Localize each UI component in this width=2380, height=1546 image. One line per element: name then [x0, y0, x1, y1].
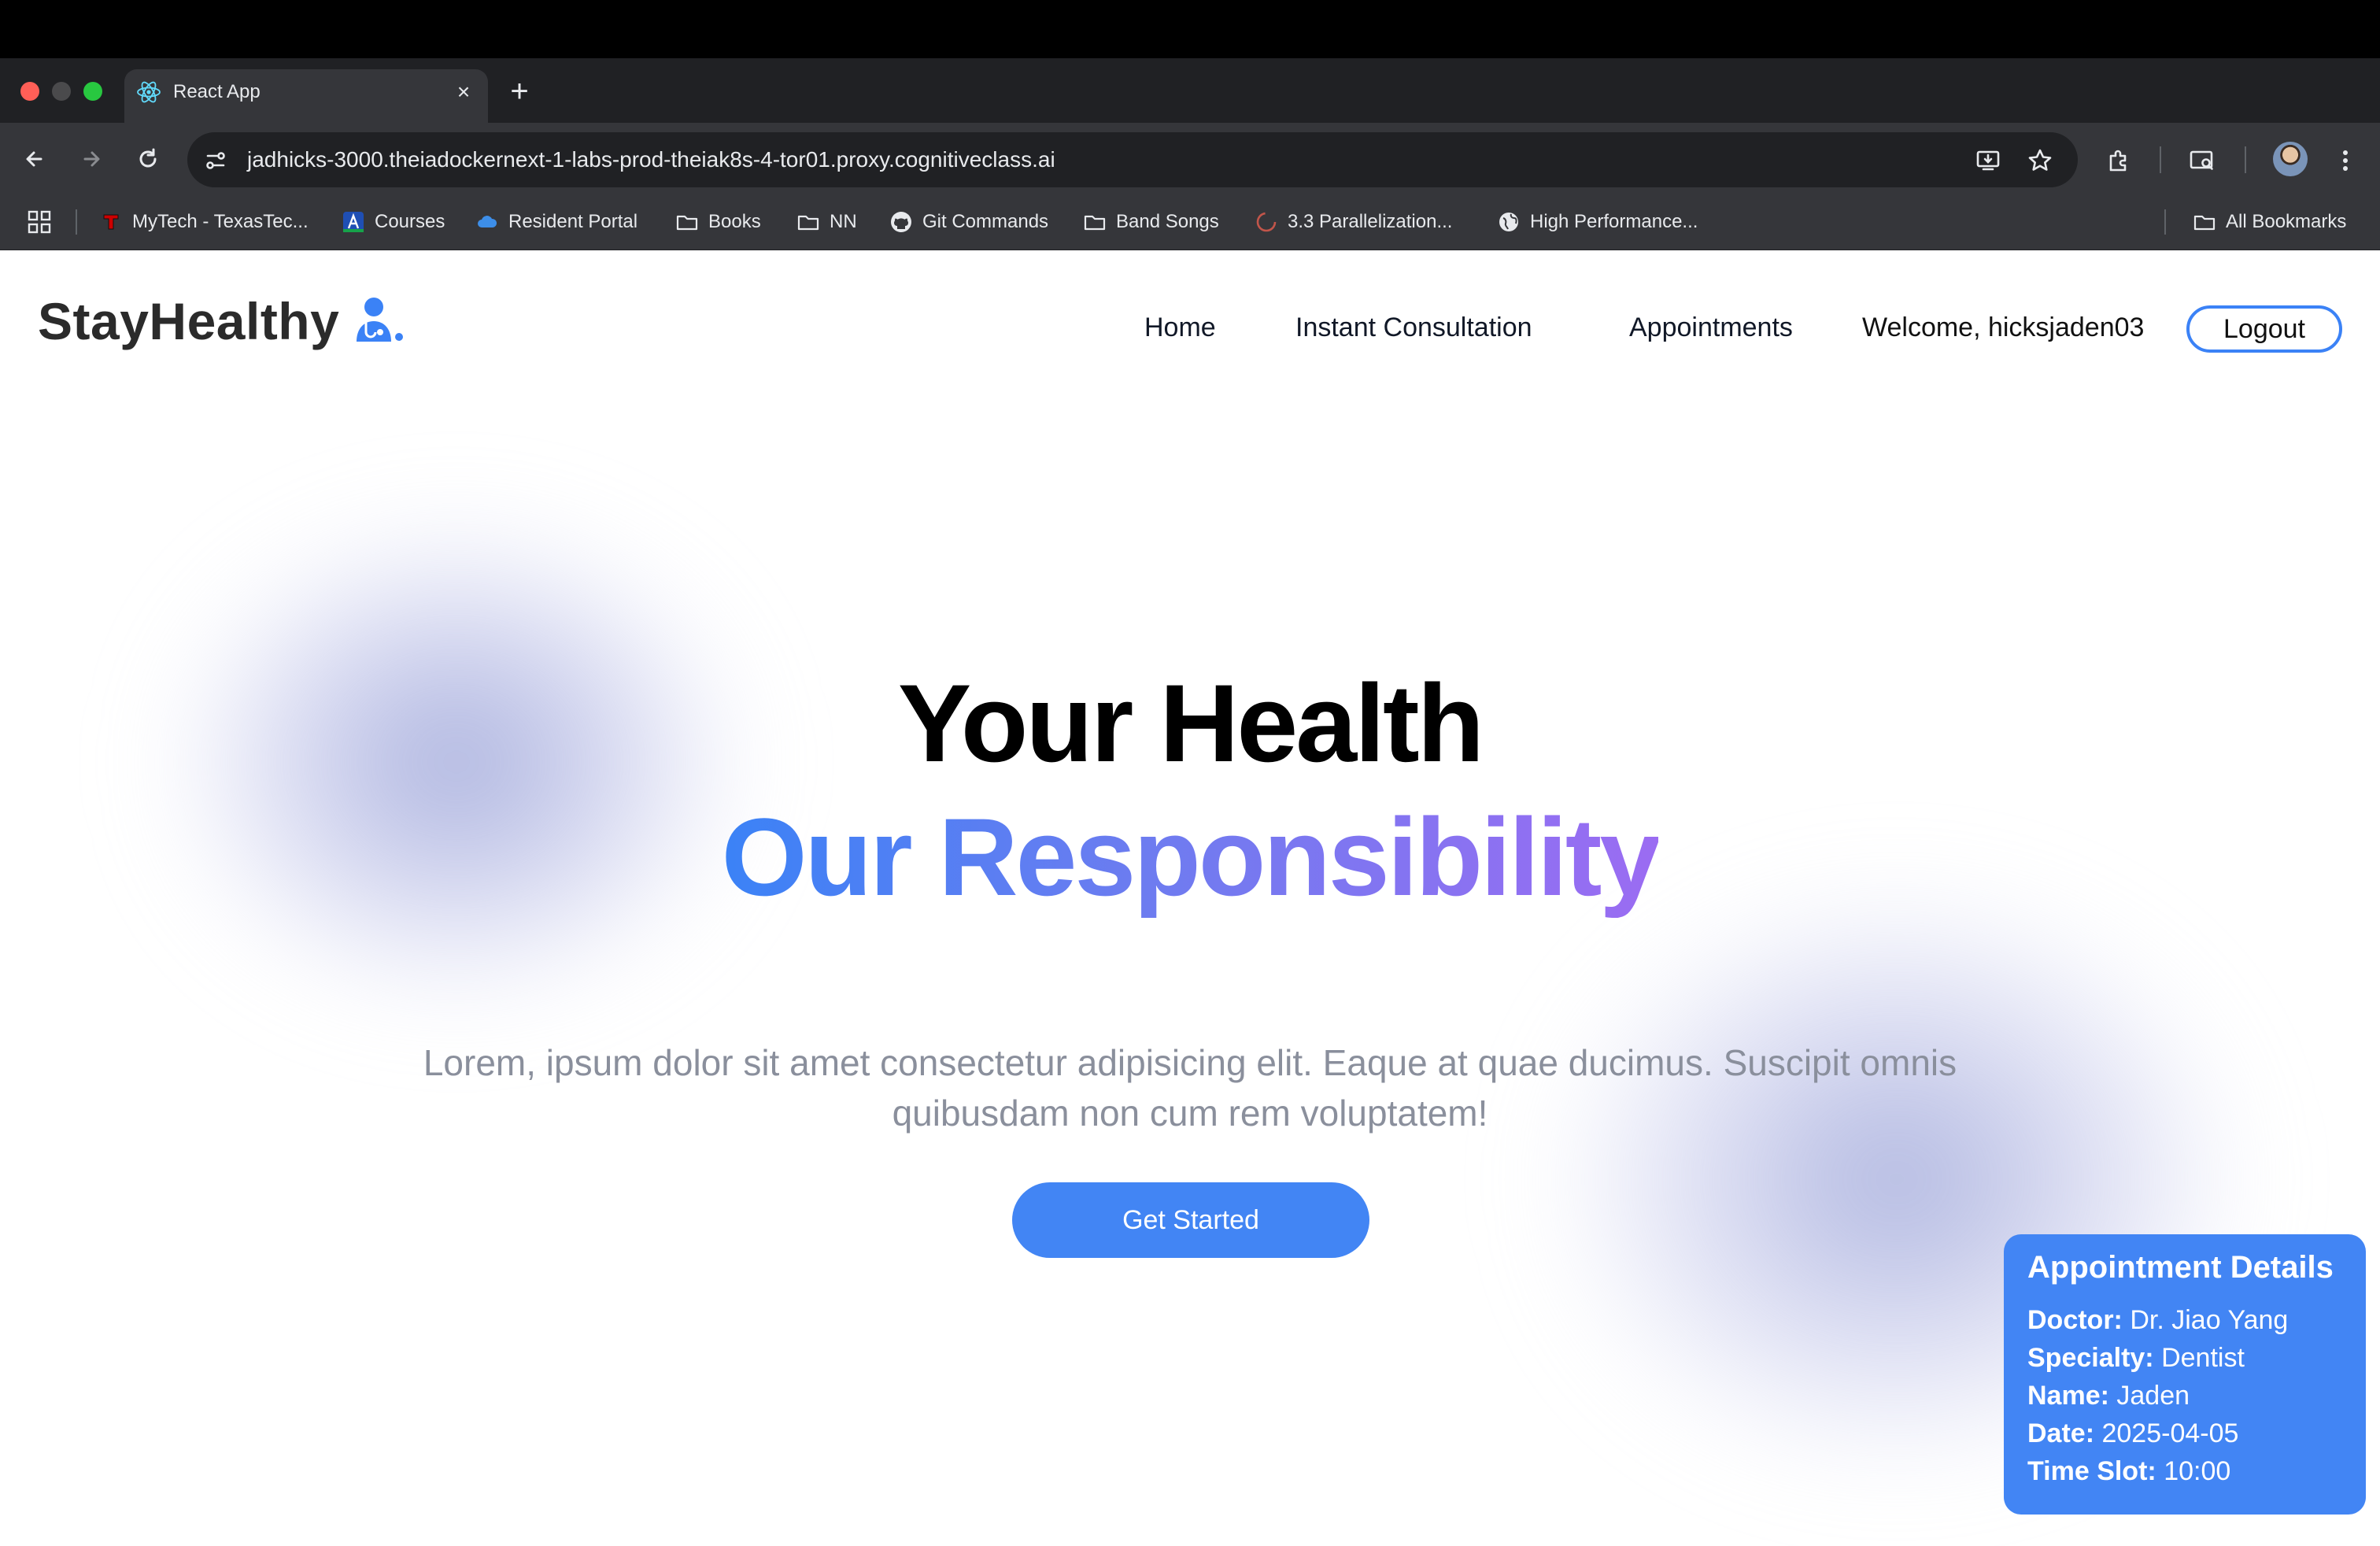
folder-icon [1084, 215, 1106, 231]
bookmark-git-commands[interactable]: Git Commands [889, 206, 1048, 238]
install-app-icon[interactable] [1971, 143, 2005, 178]
bookmark-books[interactable]: Books [675, 206, 761, 238]
menu-kebab-icon[interactable] [2328, 143, 2363, 178]
bookmark-courses[interactable]: Courses [342, 206, 445, 238]
site-info-icon[interactable] [198, 143, 233, 178]
appointment-specialty: Specialty: Dentist [2027, 1343, 2245, 1373]
screen-top-bar [0, 0, 2380, 58]
doctor-icon [357, 298, 404, 342]
bookmark-label: Books [708, 211, 761, 232]
bookmarks-divider [2164, 209, 2166, 235]
reload-icon[interactable] [131, 142, 165, 176]
hero-heading-line1: Your Health [897, 661, 1484, 785]
new-tab-button[interactable]: + [504, 76, 535, 107]
hero-gradient-text: Our Responsibility [721, 795, 1661, 919]
minimize-window-button[interactable] [52, 82, 71, 101]
site-logo[interactable]: StayHealthy [38, 291, 408, 351]
apps-grid-icon[interactable] [25, 208, 54, 236]
bookmark-label: MyTech - TexasTec... [132, 211, 309, 232]
bookmark-parallelization[interactable]: 3.3 Parallelization... [1255, 206, 1452, 238]
bookmark-band-songs[interactable]: Band Songs [1083, 206, 1219, 238]
tab-title: React App [173, 81, 261, 102]
appointment-name: Name: Jaden [2027, 1381, 2190, 1411]
appointment-details-card: Appointment Details Doctor: Dr. Jiao Yan… [2004, 1234, 2366, 1515]
bookmark-nn[interactable]: NN [796, 206, 857, 238]
texas-tech-icon [103, 214, 119, 230]
bookmark-mytech[interactable]: MyTech - TexasTec... [99, 206, 309, 238]
courses-icon [343, 212, 364, 232]
hero-heading-line2: Our Responsibility [0, 793, 2380, 921]
globe-icon [1499, 213, 1518, 231]
bookmark-high-performance[interactable]: High Performance... [1497, 206, 1698, 238]
cloud-icon [478, 216, 497, 227]
page-viewport: StayHealthy Home Instant Consultation Ap… [0, 250, 2380, 1546]
react-icon [137, 81, 161, 103]
folder-icon [676, 215, 698, 231]
forward-arrow-icon[interactable] [74, 142, 109, 176]
appointment-time-slot: Time Slot: 10:00 [2027, 1456, 2231, 1486]
profile-avatar[interactable] [2273, 142, 2308, 176]
extensions-icon[interactable] [2101, 143, 2136, 178]
bookmark-resident-portal[interactable]: Resident Portal [475, 206, 638, 238]
bookmark-label: 3.3 Parallelization... [1288, 211, 1453, 232]
maximize-window-button[interactable] [83, 82, 102, 101]
toolbar-divider [2160, 146, 2161, 173]
url-text[interactable]: jadhicks-3000.theiadockernext-1-labs-pro… [247, 143, 1055, 176]
tab-close-icon[interactable]: × [450, 79, 477, 105]
github-icon [891, 212, 911, 232]
folder-icon [2193, 215, 2216, 231]
bookmark-label: Resident Portal [508, 211, 638, 232]
folder-icon [797, 215, 819, 231]
bookmarks-divider [76, 209, 77, 235]
bookmark-label: High Performance... [1530, 211, 1698, 232]
get-started-button[interactable]: Get Started [1012, 1182, 1369, 1258]
back-arrow-icon[interactable] [17, 142, 52, 176]
appointment-doctor: Doctor: Dr. Jiao Yang [2027, 1305, 2289, 1335]
welcome-text: Welcome, hicksjaden03 [1862, 313, 2145, 342]
bookmark-label: Band Songs [1116, 211, 1219, 232]
appointment-date: Date: 2025-04-05 [2027, 1418, 2239, 1448]
bookmark-label: Courses [375, 211, 445, 232]
bookmark-label: NN [830, 211, 857, 232]
appointment-title: Appointment Details [2027, 1250, 2334, 1285]
bookmark-star-icon[interactable] [2023, 143, 2057, 178]
nav-instant-consultation-link[interactable]: Instant Consultation [1295, 310, 1532, 345]
logout-button[interactable]: Logout [2186, 305, 2342, 353]
all-bookmarks-label: All Bookmarks [2226, 211, 2347, 232]
logo-text: StayHealthy [38, 292, 340, 350]
toolbar-divider [2245, 146, 2246, 173]
hero-description: Lorem, ipsum dolor sit amet consectetur … [423, 1042, 1957, 1134]
bookmark-label: Git Commands [922, 211, 1049, 232]
nav-appointments-link[interactable]: Appointments [1629, 310, 1793, 345]
close-window-button[interactable] [20, 82, 39, 101]
tab-search-icon[interactable] [2185, 143, 2219, 178]
loading-icon [1256, 212, 1277, 232]
all-bookmarks-button[interactable]: All Bookmarks [2193, 206, 2346, 238]
nav-home-link[interactable]: Home [1144, 310, 1216, 345]
